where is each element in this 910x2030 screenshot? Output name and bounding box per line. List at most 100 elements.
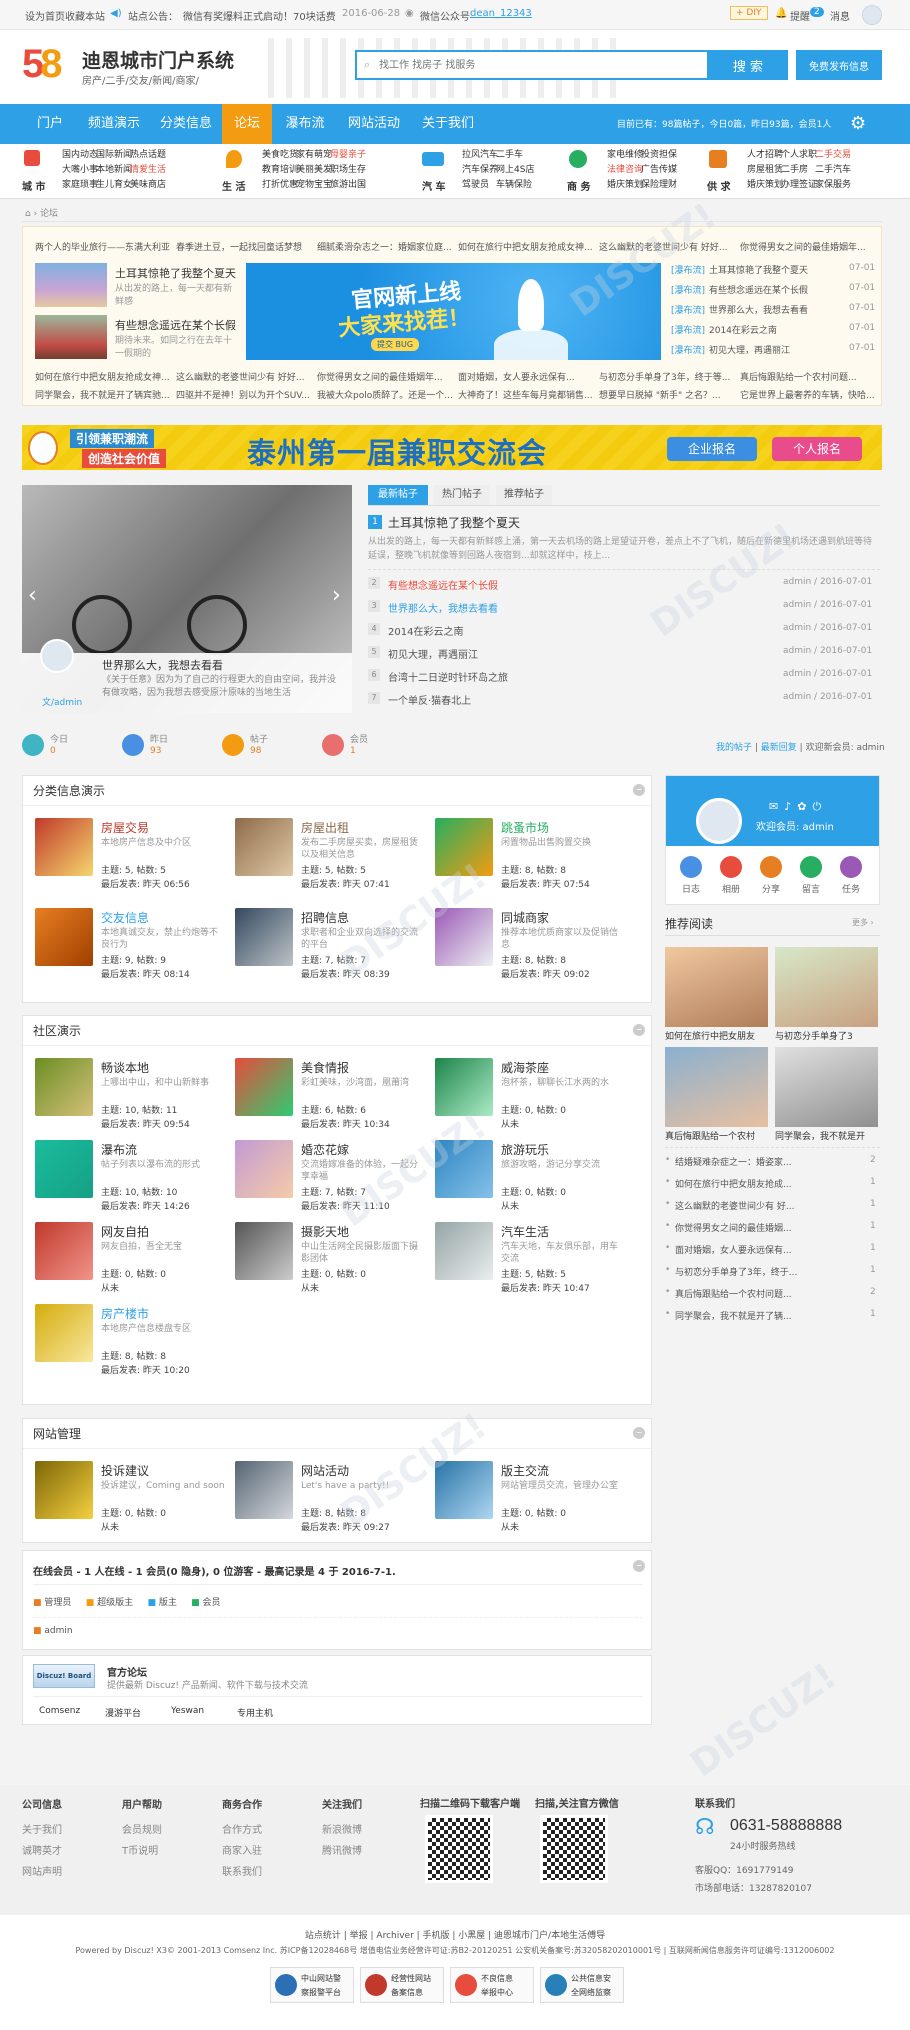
forum-last-post[interactable]: 从未 (301, 1281, 319, 1294)
footer-bottom-links[interactable]: 站点统计 | 举报 | Archiver | 手机版 | 小黑屋 | 迪恩城市门… (0, 1928, 910, 1941)
featured-post-title[interactable]: 土耳其惊艳了我整个夏天 (388, 514, 520, 531)
forum-last-post[interactable]: 从未 (501, 1117, 519, 1130)
forum-thumb[interactable] (435, 908, 493, 966)
cat-link[interactable]: 家有萌宠 (296, 148, 332, 163)
latest-reply-link[interactable]: 最新回复 (761, 743, 797, 753)
forum-last-post[interactable]: 最后发表: 昨天 09:54 (101, 1117, 190, 1130)
news-right-title[interactable]: 土耳其惊艳了我整个夏天 (709, 263, 829, 276)
collapse-icon[interactable]: − (633, 1560, 645, 1572)
post-title[interactable]: 一个单反·猫春北上 (388, 692, 688, 707)
forum-last-post[interactable]: 从未 (101, 1520, 119, 1533)
ticker-item[interactable]: 你觉得男女之间的最佳婚姻年... (317, 370, 453, 383)
action-icon[interactable] (840, 856, 862, 878)
forum-name[interactable]: 婚恋花嫁 (301, 1141, 349, 1158)
action-label[interactable]: 留言 (800, 882, 822, 895)
cat-link[interactable]: 旅游出国 (330, 178, 366, 193)
cat-link[interactable]: 家电维修 (607, 148, 643, 163)
news-thumb[interactable] (35, 315, 107, 359)
forum-item[interactable]: 投诉建议 投诉建议，Coming and soon 主题: 0, 帖数: 0 从未 (35, 1461, 230, 1543)
forum-thumb[interactable] (235, 1222, 293, 1280)
cat-link[interactable]: 教育培训 (262, 163, 298, 178)
cat-link[interactable]: 保险理财 (641, 178, 677, 193)
bell-icon[interactable]: ♪ (784, 800, 797, 813)
reminder-link[interactable]: 提醒 (790, 8, 810, 23)
forum-thumb[interactable] (235, 818, 293, 876)
forum-name[interactable]: 房屋交易 (101, 819, 149, 836)
action-label[interactable]: 任务 (840, 882, 862, 895)
footer-link[interactable]: 关于我们 (22, 1825, 62, 1836)
footer-badge[interactable]: 公共信息安 全网络监察 (540, 1967, 624, 2003)
nav-item-events[interactable]: 网站活动 (338, 104, 410, 144)
cat-link[interactable]: 网上4S店 (496, 163, 534, 178)
forum-last-post[interactable]: 最后发表: 昨天 08:14 (101, 967, 190, 980)
cat-link[interactable]: 家保服务 (815, 178, 851, 193)
nav-item-waterfall[interactable]: 瀑布流 (272, 104, 338, 144)
cat-link[interactable]: 车辆保险 (496, 178, 532, 193)
cat-link[interactable]: 热点话题 (130, 148, 166, 163)
cat-link[interactable]: 本地新闻 (96, 163, 132, 178)
news-banner[interactable]: 官网新上线 大家来找茬！ 提交 BUG (246, 263, 661, 360)
cat-link[interactable]: 汽车保养 (462, 163, 498, 178)
news-tag[interactable]: [瀑布流] (671, 263, 705, 276)
cat-link[interactable]: 国际新闻 (96, 148, 132, 163)
post-title[interactable]: 有些想念遥远在某个长假 (388, 577, 688, 592)
forum-thumb[interactable] (435, 1140, 493, 1198)
category-name[interactable]: 商 务 (567, 178, 590, 193)
ad-banner[interactable]: 引领兼职潮流 创造社会价值 泰州第一届兼职交流会 企业报名 个人报名 (22, 425, 882, 470)
footer-link[interactable]: 网站声明 (22, 1867, 62, 1878)
cat-link[interactable]: 二手汽车 (815, 163, 851, 178)
cat-link[interactable]: 二手房 (781, 163, 815, 178)
forum-last-post[interactable]: 最后发表: 昨天 07:41 (301, 877, 390, 890)
forum-thumb[interactable] (35, 1140, 93, 1198)
breadcrumb-forum[interactable]: 论坛 (40, 209, 58, 219)
tab-hot[interactable]: 热门帖子 (434, 485, 490, 505)
news-tag[interactable]: [瀑布流] (671, 323, 705, 336)
footer-badge[interactable]: 经营性网站 备案信息 (360, 1967, 444, 2003)
forum-name[interactable]: 房屋出租 (301, 819, 349, 836)
forum-item[interactable]: 同城商家 推荐本地优质商家以及促销信息 主题: 8, 帖数: 8 最后发表: 昨天 0… (435, 908, 630, 990)
official-forum-title[interactable]: 官方论坛 (107, 1664, 147, 1679)
friend-link[interactable]: 漫游平台 (105, 1706, 141, 1719)
forum-name[interactable]: 旅游玩乐 (501, 1141, 549, 1158)
recommend-item[interactable]: 与初恋分手单身了3年，终于... (675, 1265, 845, 1278)
news-tag[interactable]: [瀑布流] (671, 283, 705, 296)
forum-last-post[interactable]: 从未 (501, 1520, 519, 1533)
discuz-logo[interactable]: Discuz! Board (33, 1664, 95, 1688)
message-icon[interactable]: ✉ (769, 800, 784, 813)
post-button[interactable]: 免费发布信息 (796, 50, 882, 80)
search-input[interactable] (379, 56, 629, 74)
forum-name[interactable]: 跳蚤市场 (501, 819, 549, 836)
forum-thumb[interactable] (35, 1461, 93, 1519)
forum-item[interactable]: 版主交流 网站管理员交流，管理办公室 主题: 0, 帖数: 0 从未 (435, 1461, 630, 1543)
ticker-item[interactable]: 大神奇了！这些车每月竟都销售... (458, 388, 594, 401)
cat-link[interactable]: 母婴亲子 (330, 148, 366, 163)
forum-last-post[interactable]: 最后发表: 昨天 09:02 (501, 967, 590, 980)
forum-item[interactable]: 房屋出租 发布二手房屋买卖，房屋租赁以及相关信息 主题: 5, 帖数: 5 最后发表:… (235, 818, 430, 900)
forum-name[interactable]: 网友自拍 (101, 1223, 149, 1240)
forum-thumb[interactable] (35, 1058, 93, 1116)
forum-name[interactable]: 瀑布流 (101, 1141, 137, 1158)
action-label[interactable]: 分享 (760, 882, 782, 895)
ticker-item[interactable]: 这么幽默的老婆世间少有 好好... (176, 370, 312, 383)
collapse-icon[interactable]: − (633, 784, 645, 796)
action-icon[interactable] (800, 856, 822, 878)
tab-recommended[interactable]: 推荐帖子 (496, 485, 552, 505)
forum-name[interactable]: 美食情报 (301, 1059, 349, 1076)
settings-icon[interactable]: ✿ (797, 800, 812, 813)
cat-link[interactable]: 家庭琐事 (62, 178, 98, 193)
category-name[interactable]: 汽 车 (422, 178, 445, 193)
forum-item[interactable]: 瀑布流 帖子列表以瀑布流的形式 主题: 10, 帖数: 10 最后发表: 昨天 14:… (35, 1140, 230, 1222)
news-thumb[interactable] (35, 263, 107, 307)
nav-item-about[interactable]: 关于我们 (410, 104, 486, 144)
collapse-icon[interactable]: − (633, 1427, 645, 1439)
forum-item[interactable]: 房屋交易 本地房产信息及中介区 主题: 5, 帖数: 5 最后发表: 昨天 06:56 (35, 818, 230, 900)
forum-thumb[interactable] (235, 1461, 293, 1519)
messages-link[interactable]: 消息 (830, 8, 850, 23)
category-name[interactable]: 城 市 (22, 178, 45, 193)
ticker-item[interactable]: 真后悔跟贴给一个农村问题... (740, 370, 876, 383)
cat-link[interactable]: 美丽美发 (296, 163, 332, 178)
recommend-image[interactable] (775, 1047, 878, 1127)
footer-link[interactable]: 会员规则 (122, 1825, 162, 1836)
cat-link[interactable]: 情爱生活 (130, 163, 166, 178)
forum-item[interactable]: 威海茶座 泡杯茶，聊聊长江水两的水 主题: 0, 帖数: 0 从未 (435, 1058, 630, 1140)
